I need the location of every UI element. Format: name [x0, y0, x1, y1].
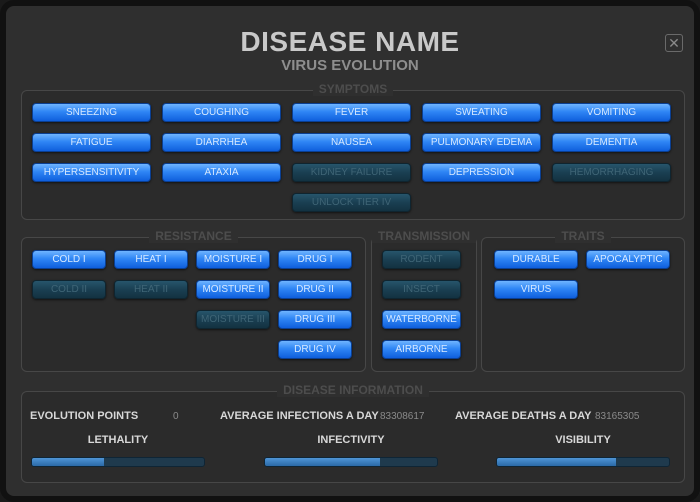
- symptom-diarrhea-button[interactable]: DIARRHEA: [162, 133, 281, 152]
- transmission-panel: TRANSMISSION RODENT INSECT WATERBORNE AI…: [371, 229, 477, 372]
- lethality-label: LETHALITY: [87, 434, 149, 446]
- average-deaths-value: 83165305: [595, 411, 640, 422]
- disease-evolution-window: DISEASE NAME VIRUS EVOLUTION ✕ SYMPTOMS …: [0, 0, 700, 502]
- symptom-hypersensitivity-button[interactable]: HYPERSENSITIVITY: [32, 163, 151, 182]
- transmission-waterborne-button[interactable]: WATERBORNE: [382, 310, 461, 329]
- visibility-meter: [496, 457, 670, 467]
- evolution-points-value: 0: [173, 411, 179, 422]
- symptom-pulmonary-edema-button[interactable]: PULMONARY EDEMA: [422, 133, 541, 152]
- transmission-airborne-button[interactable]: AIRBORNE: [382, 340, 461, 359]
- symptoms-panel: SYMPTOMS SNEEZING COUGHING FEVER SWEATIN…: [21, 82, 685, 220]
- transmission-rodent-button[interactable]: RODENT: [382, 250, 461, 269]
- transmission-heading: TRANSMISSION: [372, 229, 477, 243]
- symptom-hemorrhaging-button[interactable]: HEMORRHAGING: [552, 163, 671, 182]
- resistance-drug-iii-button[interactable]: DRUG III: [278, 310, 352, 329]
- resistance-cold-ii-button[interactable]: COLD II: [32, 280, 106, 299]
- symptom-fever-button[interactable]: FEVER: [292, 103, 411, 122]
- lethality-meter: [31, 457, 205, 467]
- resistance-moisture-ii-button[interactable]: MOISTURE II: [196, 280, 270, 299]
- trait-durable-button[interactable]: DURABLE: [494, 250, 578, 269]
- resistance-heat-i-button[interactable]: HEAT I: [114, 250, 188, 269]
- symptom-coughing-button[interactable]: COUGHING: [162, 103, 281, 122]
- symptoms-heading: SYMPTOMS: [312, 82, 394, 96]
- symptom-nausea-button[interactable]: NAUSEA: [292, 133, 411, 152]
- unlock-tier-iv-button[interactable]: UNLOCK TIER IV: [292, 193, 411, 212]
- infectivity-label: INFECTIVITY: [317, 434, 385, 446]
- symptom-depression-button[interactable]: DEPRESSION: [422, 163, 541, 182]
- disease-information-heading: DISEASE INFORMATION: [277, 383, 429, 397]
- disease-information-panel: DISEASE INFORMATION EVOLUTION POINTS 0 A…: [21, 383, 685, 483]
- resistance-cold-i-button[interactable]: COLD I: [32, 250, 106, 269]
- average-infections-label: AVERAGE INFECTIONS A DAY: [220, 410, 379, 422]
- transmission-insect-button[interactable]: INSECT: [382, 280, 461, 299]
- visibility-label: VISIBILITY: [555, 434, 611, 446]
- infectivity-meter: [264, 457, 438, 467]
- symptom-kidney-failure-button[interactable]: KIDNEY FAILURE: [292, 163, 411, 182]
- evolution-points-label: EVOLUTION POINTS: [30, 410, 139, 422]
- traits-panel: TRAITS DURABLE APOCALYPTIC VIRUS: [481, 229, 685, 372]
- resistance-drug-i-button[interactable]: DRUG I: [278, 250, 352, 269]
- resistance-moisture-iii-button[interactable]: MOISTURE III: [196, 310, 270, 329]
- average-deaths-label: AVERAGE DEATHS A DAY: [455, 410, 592, 422]
- visibility-meter-fill: [497, 458, 616, 466]
- page-subtitle: VIRUS EVOLUTION: [281, 57, 419, 74]
- resistance-drug-ii-button[interactable]: DRUG II: [278, 280, 352, 299]
- symptom-ataxia-button[interactable]: ATAXIA: [162, 163, 281, 182]
- resistance-heat-ii-button[interactable]: HEAT II: [114, 280, 188, 299]
- symptom-sneezing-button[interactable]: SNEEZING: [32, 103, 151, 122]
- traits-heading: TRAITS: [555, 229, 611, 243]
- trait-virus-button[interactable]: VIRUS: [494, 280, 578, 299]
- infectivity-meter-fill: [265, 458, 381, 466]
- trait-apocalyptic-button[interactable]: APOCALYPTIC: [586, 250, 670, 269]
- lethality-meter-fill: [32, 458, 105, 466]
- resistance-moisture-i-button[interactable]: MOISTURE I: [196, 250, 270, 269]
- resistance-heading: RESISTANCE: [149, 229, 238, 243]
- resistance-panel: RESISTANCE COLD I HEAT I MOISTURE I DRUG…: [21, 229, 366, 372]
- symptom-sweating-button[interactable]: SWEATING: [422, 103, 541, 122]
- page-title: DISEASE NAME: [240, 26, 460, 57]
- symptom-vomiting-button[interactable]: VOMITING: [552, 103, 671, 122]
- close-icon[interactable]: ✕: [665, 34, 683, 52]
- average-infections-value: 83308617: [380, 411, 425, 422]
- resistance-drug-iv-button[interactable]: DRUG IV: [278, 340, 352, 359]
- symptom-dementia-button[interactable]: DEMENTIA: [552, 133, 671, 152]
- symptom-fatigue-button[interactable]: FATIGUE: [32, 133, 151, 152]
